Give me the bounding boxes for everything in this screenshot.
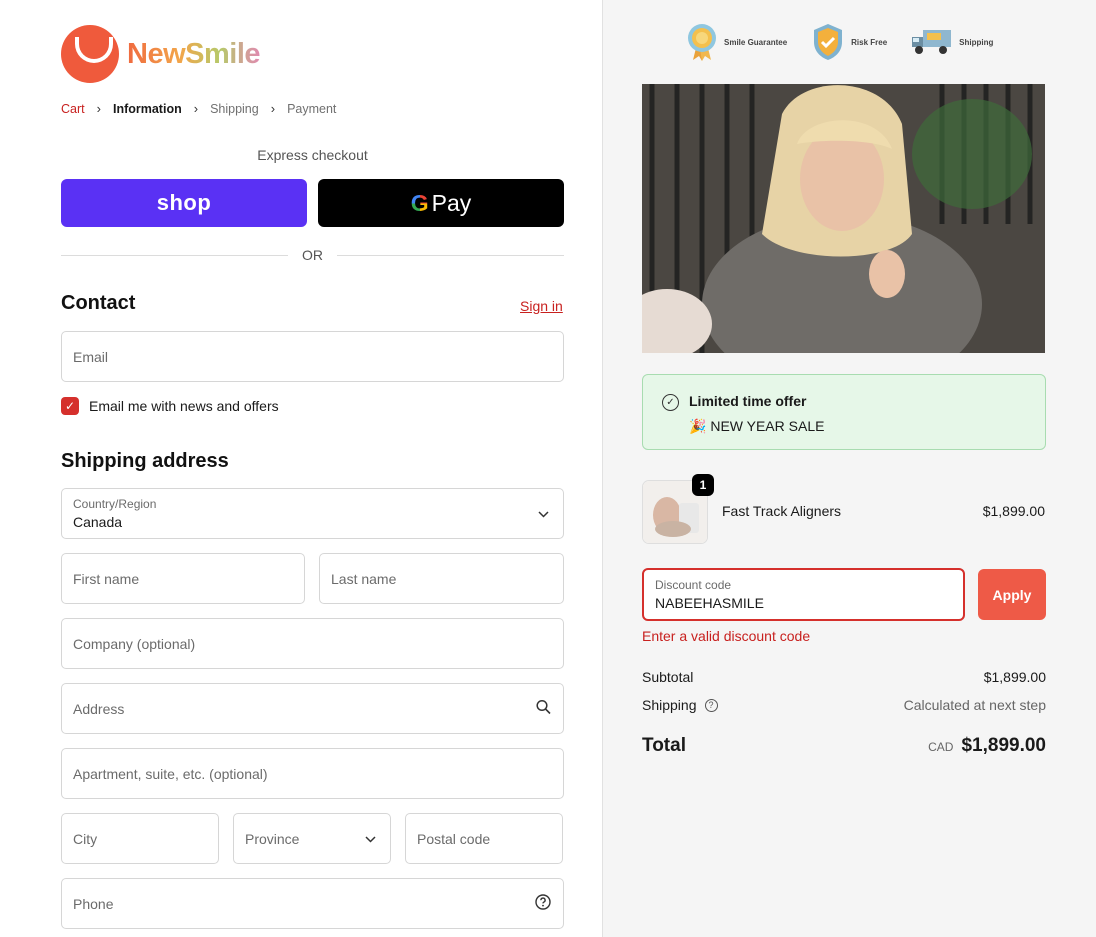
- breadcrumb-payment: Payment: [287, 101, 337, 116]
- shop-pay-label: shop: [156, 190, 212, 215]
- chevron-right-icon: ›: [193, 101, 199, 116]
- discount-code-value: NABEEHASMILE: [655, 595, 764, 611]
- badge-risk-free: Risk Free: [811, 22, 887, 62]
- apartment-field[interactable]: Apartment, suite, etc. (optional): [61, 748, 564, 799]
- subtotal-row: Subtotal $1,899.00: [642, 669, 1046, 685]
- total-row: Total CAD $1,899.00: [642, 735, 1046, 757]
- search-icon[interactable]: [536, 699, 551, 718]
- brand-name: NewSmile: [127, 37, 261, 70]
- badge-label: Risk Free: [851, 37, 888, 47]
- badge-label: Smile Guarantee: [724, 37, 788, 47]
- company-field[interactable]: Company (optional): [61, 618, 564, 669]
- apply-button[interactable]: Apply: [978, 569, 1046, 620]
- product-name: Fast Track Aligners: [722, 503, 842, 519]
- province-select[interactable]: Province: [233, 813, 391, 864]
- product-hero-image: [642, 84, 1045, 353]
- country-label: Country/Region: [73, 497, 157, 511]
- chevron-right-icon: ›: [96, 101, 101, 116]
- brand-logo[interactable]: NewSmile: [61, 25, 261, 83]
- order-summary-panel: Smile Guarantee Risk Free Shipping ✓ Lim…: [602, 0, 1096, 937]
- ribbon-medal-icon: [688, 24, 716, 61]
- shipping-label-group: Shipping ?: [642, 697, 718, 713]
- badge-shipping: Shipping: [911, 27, 993, 57]
- google-pay-label: Pay: [431, 189, 472, 216]
- limited-offer-banner: ✓ Limited time offer 🎉 NEW YEAR SALE: [642, 374, 1046, 450]
- chevron-down-icon: [538, 507, 549, 521]
- trust-badges: Smile Guarantee Risk Free Shipping: [686, 22, 1017, 62]
- checkout-form-panel: NewSmile Cart › Information › Shipping ›…: [0, 0, 602, 937]
- shipping-value: Calculated at next step: [903, 697, 1046, 713]
- first-name-field[interactable]: First name: [61, 553, 305, 604]
- breadcrumb: Cart › Information › Shipping › Payment: [61, 101, 336, 116]
- total-value: $1,899.00: [961, 735, 1046, 756]
- newsletter-checkbox[interactable]: ✓: [61, 397, 79, 415]
- province-placeholder: Province: [245, 830, 300, 847]
- party-popper-icon: 🎉: [689, 418, 707, 434]
- country-select[interactable]: Country/Region Canada: [61, 488, 564, 539]
- subtotal-value: $1,899.00: [983, 669, 1046, 685]
- subtotal-label: Subtotal: [642, 669, 694, 685]
- first-name-placeholder: First name: [73, 570, 140, 587]
- total-value-group: CAD $1,899.00: [928, 735, 1046, 757]
- google-g-icon: G: [410, 189, 429, 216]
- quantity-badge: 1: [692, 474, 714, 496]
- postal-code-placeholder: Postal code: [417, 830, 491, 847]
- newsletter-option[interactable]: ✓ Email me with news and offers: [61, 397, 279, 415]
- company-placeholder: Company (optional): [73, 635, 196, 652]
- last-name-placeholder: Last name: [331, 570, 397, 587]
- chevron-down-icon: [365, 832, 376, 846]
- apartment-placeholder: Apartment, suite, etc. (optional): [73, 765, 268, 782]
- or-label: OR: [302, 247, 323, 263]
- breadcrumb-information: Information: [112, 101, 182, 116]
- offer-subtitle-text: NEW YEAR SALE: [710, 418, 825, 434]
- last-name-field[interactable]: Last name: [319, 553, 564, 604]
- discount-code-field[interactable]: Discount code NABEEHASMILE: [642, 568, 965, 621]
- or-divider: OR: [61, 246, 564, 264]
- city-placeholder: City: [73, 830, 98, 847]
- city-field[interactable]: City: [61, 813, 219, 864]
- help-circle-icon[interactable]: ?: [704, 698, 718, 712]
- shipping-row: Shipping ? Calculated at next step: [642, 697, 1046, 713]
- breadcrumb-cart[interactable]: Cart: [61, 102, 85, 116]
- shop-pay-button[interactable]: shop: [61, 179, 307, 227]
- phone-placeholder: Phone: [73, 895, 114, 912]
- contact-heading: Contact: [61, 292, 136, 314]
- badge-label: Shipping: [959, 37, 994, 47]
- address-placeholder: Address: [73, 700, 125, 717]
- express-checkout-label: Express checkout: [257, 147, 368, 163]
- discount-error-message: Enter a valid discount code: [642, 628, 811, 644]
- breadcrumb-shipping: Shipping: [210, 101, 259, 116]
- offer-subtitle: 🎉 NEW YEAR SALE: [689, 418, 824, 435]
- google-pay-button[interactable]: G Pay: [318, 179, 564, 227]
- divider-line: [337, 254, 564, 256]
- divider-line: [61, 254, 288, 256]
- total-label: Total: [642, 735, 686, 756]
- shipping-label: Shipping: [642, 697, 697, 713]
- discount-code-label: Discount code: [655, 578, 732, 592]
- delivery-truck-icon: [912, 30, 952, 54]
- address-field[interactable]: Address: [61, 683, 564, 734]
- shipping-address-heading: Shipping address: [61, 450, 229, 472]
- product-price: $1,899.00: [982, 503, 1045, 519]
- postal-code-field[interactable]: Postal code: [405, 813, 563, 864]
- help-circle-icon[interactable]: [535, 893, 551, 914]
- newsletter-label: Email me with news and offers: [89, 398, 279, 414]
- smile-logo-icon: [61, 25, 119, 83]
- country-value: Canada: [73, 514, 123, 530]
- chevron-right-icon: ›: [270, 101, 276, 116]
- email-placeholder: Email: [73, 348, 109, 365]
- phone-field[interactable]: Phone: [61, 878, 564, 929]
- offer-title: Limited time offer: [689, 393, 807, 409]
- check-circle-icon: ✓: [662, 394, 679, 411]
- sign-in-link[interactable]: Sign in: [520, 298, 563, 314]
- shield-check-icon: [814, 24, 843, 60]
- badge-smile-guarantee: Smile Guarantee: [686, 22, 787, 62]
- email-field[interactable]: Email: [61, 331, 564, 382]
- currency-code: CAD: [928, 740, 954, 754]
